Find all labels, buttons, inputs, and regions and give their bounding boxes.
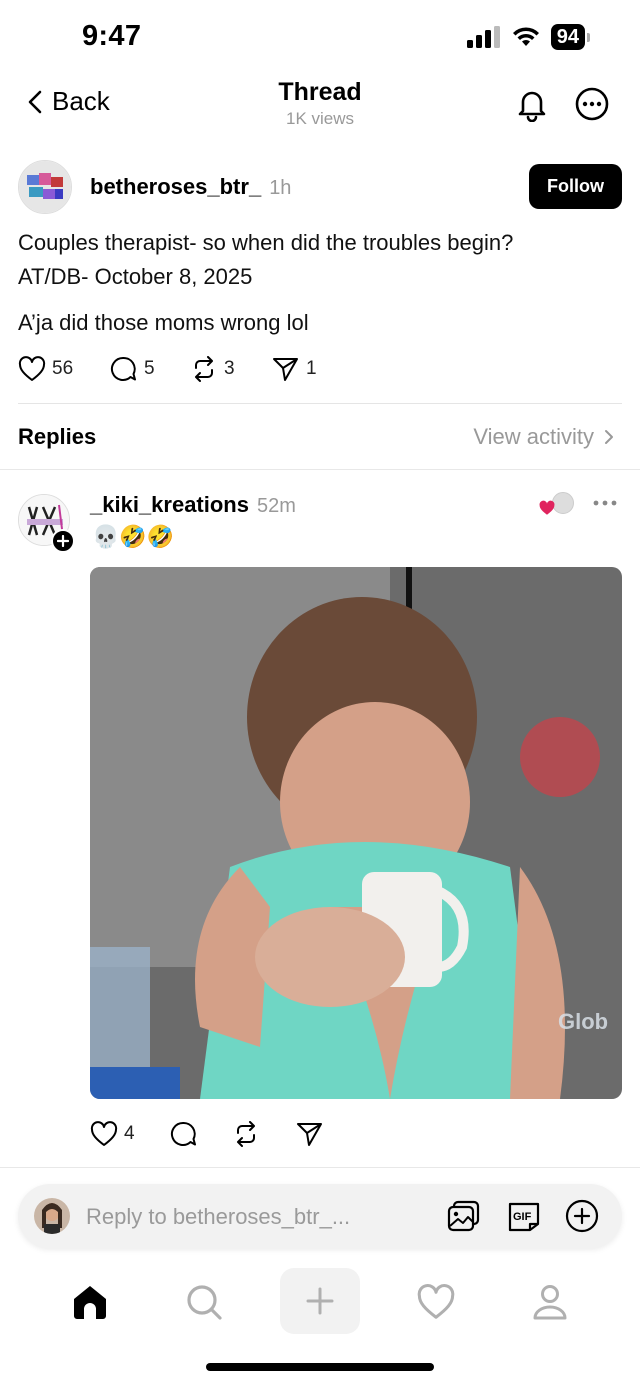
- divider: [18, 403, 622, 404]
- reply-like-count: 4: [124, 1123, 135, 1144]
- heart-icon: [417, 1284, 455, 1319]
- reply-time: 52m: [256, 495, 296, 517]
- reply-emojis: 💀🤣🤣: [92, 524, 175, 549]
- nav-home[interactable]: [50, 1272, 130, 1332]
- follow-button[interactable]: Follow: [529, 164, 622, 209]
- like-count: 56: [52, 358, 74, 379]
- reply-comment-button[interactable]: [170, 1121, 198, 1147]
- notifications-button[interactable]: [514, 86, 550, 123]
- plus-icon: [306, 1287, 334, 1315]
- author-meta: betheroses_btr_ 1h: [90, 174, 291, 200]
- status-indicators: 94: [466, 24, 590, 50]
- author-avatar[interactable]: [18, 160, 72, 214]
- heart-icon: [90, 1121, 118, 1146]
- post-text-line-1: Couples therapist- so when did the troub…: [18, 230, 514, 255]
- share-count: 1: [306, 358, 317, 379]
- post-time: 1h: [269, 177, 292, 199]
- view-activity-link[interactable]: View activity: [473, 424, 614, 450]
- send-icon: [297, 1123, 322, 1146]
- liked-by-author-indicator: [538, 492, 578, 518]
- status-time: 9:47: [82, 20, 142, 52]
- reply-more-button[interactable]: [592, 496, 618, 515]
- plus-circle-icon: [565, 1199, 599, 1233]
- divider: [0, 469, 640, 470]
- svg-text:GIF: GIF: [513, 1211, 532, 1223]
- more-horizontal-icon: [593, 500, 617, 506]
- gif-icon: GIF: [508, 1202, 540, 1232]
- share-button[interactable]: 1: [272, 356, 317, 382]
- reply-meta: _kiki_kreations 52m: [90, 492, 296, 518]
- post-text-line-3: A’ja did those moms wrong lol: [18, 310, 309, 335]
- reply-input[interactable]: Reply to betheroses_btr_...: [86, 1204, 350, 1230]
- send-icon: [273, 358, 298, 381]
- reply-repost-button[interactable]: [232, 1121, 260, 1147]
- repost-icon: [195, 356, 213, 382]
- home-icon: [74, 1286, 106, 1319]
- reply-username[interactable]: _kiki_kreations: [90, 492, 249, 518]
- follow-reply-author-button[interactable]: [51, 529, 75, 553]
- repost-button[interactable]: 3: [190, 356, 235, 382]
- gif-button[interactable]: GIF: [506, 1198, 542, 1239]
- image-icon: [447, 1200, 480, 1232]
- nav-profile[interactable]: [510, 1272, 590, 1332]
- replies-label: Replies: [18, 424, 97, 449]
- battery-icon: 94: [550, 24, 590, 50]
- reply-share-button[interactable]: [296, 1121, 324, 1147]
- nav-search[interactable]: [164, 1272, 244, 1332]
- bell-icon: [518, 91, 546, 123]
- wifi-icon: [512, 27, 539, 46]
- attach-photo-button[interactable]: [446, 1198, 482, 1239]
- comment-button[interactable]: 5: [110, 356, 155, 382]
- comment-icon: [171, 1121, 196, 1146]
- heart-icon: [18, 356, 46, 381]
- current-user-avatar: [34, 1198, 70, 1234]
- nav-activity[interactable]: [396, 1272, 476, 1332]
- like-button[interactable]: 56: [18, 356, 73, 382]
- view-activity-label: View activity: [473, 424, 594, 449]
- comment-icon: [111, 356, 136, 381]
- image-watermark: Glob: [558, 1009, 608, 1034]
- home-indicator: [206, 1363, 434, 1371]
- repost-icon: [237, 1121, 255, 1147]
- signal-icon: [466, 26, 500, 48]
- battery-level: 94: [550, 24, 585, 50]
- reply-media-image[interactable]: Glob: [90, 567, 622, 1099]
- post-text-line-2: AT/DB- October 8, 2025: [18, 264, 253, 289]
- more-attachments-button[interactable]: [564, 1198, 600, 1239]
- divider: [0, 1167, 640, 1168]
- search-icon: [187, 1285, 222, 1320]
- profile-icon: [533, 1285, 567, 1320]
- chevron-right-icon: [605, 430, 613, 444]
- heart-filled-icon: [539, 500, 555, 515]
- plus-icon: [57, 535, 69, 547]
- nav-create[interactable]: [280, 1268, 360, 1334]
- comment-count: 5: [144, 358, 155, 379]
- more-icon: [575, 87, 609, 121]
- reply-like-button[interactable]: 4: [90, 1121, 135, 1147]
- author-username[interactable]: betheroses_btr_: [90, 174, 261, 200]
- more-options-button[interactable]: [574, 86, 610, 122]
- repost-count: 3: [224, 358, 235, 379]
